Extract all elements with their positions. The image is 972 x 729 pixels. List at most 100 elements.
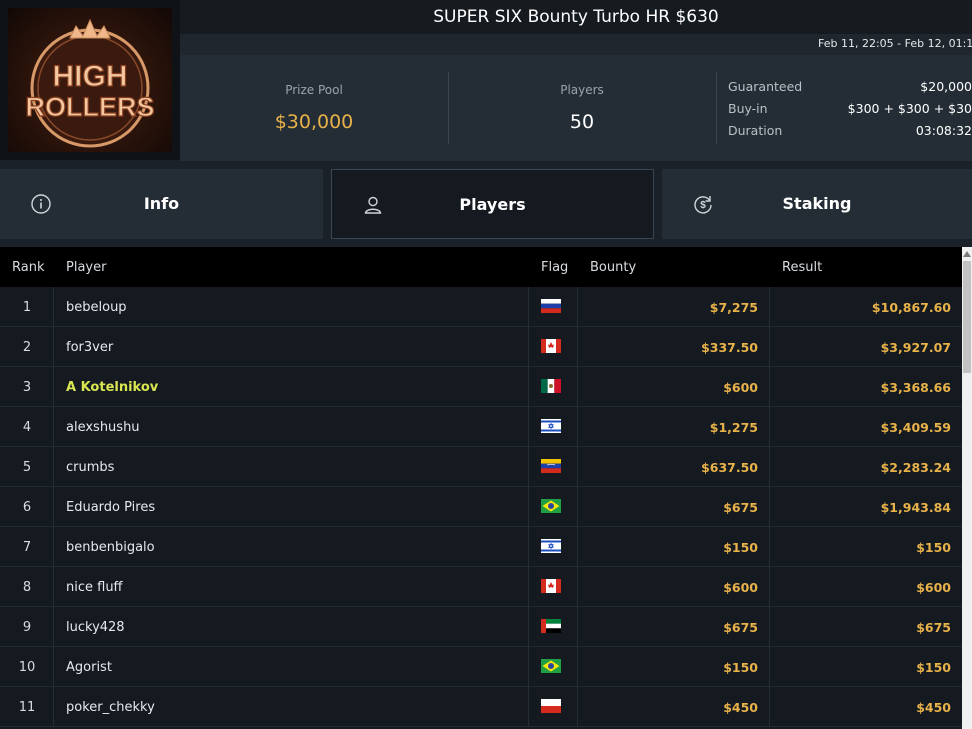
tab-players-label: Players bbox=[459, 195, 526, 214]
bounty-cell: $675 bbox=[723, 620, 758, 635]
bounty-cell: $1,275 bbox=[709, 420, 758, 435]
player-name-cell[interactable]: nice fluff bbox=[66, 580, 123, 595]
uae-flag-icon bbox=[541, 619, 561, 633]
tab-info[interactable]: Info bbox=[0, 169, 323, 239]
table-row[interactable]: 7 benbenbigalo $150 $150 bbox=[0, 527, 962, 567]
column-divider bbox=[577, 487, 578, 527]
rank-cell: 5 bbox=[22, 460, 32, 475]
header-rank[interactable]: Rank bbox=[12, 260, 44, 275]
mexico-flag-icon bbox=[541, 379, 561, 393]
column-divider bbox=[577, 327, 578, 367]
column-divider bbox=[528, 567, 529, 607]
table-row[interactable]: 6 Eduardo Pires $675 $1,943.84 bbox=[0, 487, 962, 527]
tournament-title: SUPER SIX Bounty Turbo HR $630 bbox=[433, 7, 719, 27]
column-divider bbox=[528, 407, 529, 447]
israel-flag-icon bbox=[541, 539, 561, 553]
column-divider bbox=[577, 607, 578, 647]
player-name-cell[interactable]: for3ver bbox=[66, 340, 113, 355]
header-bounty[interactable]: Bounty bbox=[590, 260, 636, 275]
tab-players[interactable]: Players bbox=[331, 169, 654, 239]
column-divider bbox=[528, 367, 529, 407]
table-scrollbar[interactable] bbox=[962, 247, 972, 729]
table-row[interactable]: 4 alexshushu $1,275 $3,409.59 bbox=[0, 407, 962, 447]
column-divider bbox=[53, 567, 54, 607]
column-divider bbox=[53, 687, 54, 727]
column-divider bbox=[528, 647, 529, 687]
column-divider bbox=[577, 567, 578, 607]
detail-buy-in: Buy-in $300 + $300 + $30 bbox=[728, 101, 972, 123]
high-rollers-emblem: HIGH ROLLERS bbox=[25, 18, 155, 148]
column-divider bbox=[528, 527, 529, 567]
table-row[interactable]: 5 crumbs $637.50 $2,283.24 bbox=[0, 447, 962, 487]
table-row[interactable]: 1 bebeloup $7,275 $10,867.60 bbox=[0, 287, 962, 327]
logo-text-rollers: ROLLERS bbox=[25, 92, 154, 122]
table-header: Rank Player Flag Bounty Result bbox=[0, 247, 962, 287]
header-result[interactable]: Result bbox=[782, 260, 822, 275]
result-cell: $10,867.60 bbox=[871, 300, 951, 315]
bounty-cell: $150 bbox=[723, 540, 758, 555]
rank-cell: 1 bbox=[22, 300, 32, 315]
israel-flag-icon bbox=[541, 419, 561, 433]
column-divider bbox=[528, 607, 529, 647]
tab-staking-label: Staking bbox=[782, 194, 852, 213]
stat-divider bbox=[716, 72, 717, 144]
player-name-cell[interactable]: poker_chekky bbox=[66, 700, 155, 715]
brazil-flag-icon bbox=[541, 659, 561, 673]
column-divider bbox=[53, 647, 54, 687]
table-row[interactable]: 8 nice fluff $600 $600 bbox=[0, 567, 962, 607]
result-cell: $600 bbox=[916, 580, 951, 595]
table-row[interactable]: 3 A Kotelnikov $600 $3,368.66 bbox=[0, 367, 962, 407]
canada-flag-icon bbox=[541, 339, 561, 353]
column-divider bbox=[577, 287, 578, 327]
detail-label: Guaranteed bbox=[728, 79, 803, 94]
tournament-logo: HIGH ROLLERS bbox=[0, 0, 180, 160]
table-row[interactable]: 10 Agorist $150 $150 bbox=[0, 647, 962, 687]
column-divider bbox=[577, 367, 578, 407]
bounty-cell: $7,275 bbox=[709, 300, 758, 315]
scroll-up-icon[interactable] bbox=[963, 251, 971, 257]
detail-duration: Duration 03:08:32 bbox=[728, 123, 972, 145]
player-name-cell[interactable]: Eduardo Pires bbox=[66, 500, 155, 515]
column-divider bbox=[528, 287, 529, 327]
rank-cell: 11 bbox=[18, 700, 36, 715]
detail-value: $20,000 bbox=[920, 79, 972, 94]
prize-pool-value: $30,000 bbox=[274, 111, 354, 133]
table-row[interactable]: 2 for3ver $337.50 $3,927.07 bbox=[0, 327, 962, 367]
scroll-thumb[interactable] bbox=[963, 261, 971, 373]
players-table: Rank Player Flag Bounty Result 1 bebeloup… bbox=[0, 247, 962, 729]
column-divider bbox=[53, 607, 54, 647]
players-label: Players bbox=[560, 83, 604, 97]
table-row[interactable]: 9 lucky428 $675 $675 bbox=[0, 607, 962, 647]
canada-flag-icon bbox=[541, 579, 561, 593]
stats-panel: Prize Pool $30,000 Players 50 Guaranteed… bbox=[180, 55, 972, 161]
detail-label: Duration bbox=[728, 123, 783, 138]
prize-pool-label: Prize Pool bbox=[285, 83, 343, 97]
result-cell: $1,943.84 bbox=[880, 500, 951, 515]
column-divider bbox=[528, 327, 529, 367]
header-player[interactable]: Player bbox=[66, 260, 106, 275]
result-cell: $3,368.66 bbox=[880, 380, 951, 395]
bounty-cell: $150 bbox=[723, 660, 758, 675]
player-name-cell[interactable]: A Kotelnikov bbox=[66, 380, 158, 395]
detail-value: $300 + $300 + $30 bbox=[847, 101, 972, 116]
rank-cell: 8 bbox=[22, 580, 32, 595]
result-cell: $2,283.24 bbox=[880, 460, 951, 475]
header-flag[interactable]: Flag bbox=[541, 260, 568, 275]
brazil-flag-icon bbox=[541, 499, 561, 513]
player-name-cell[interactable]: crumbs bbox=[66, 460, 114, 475]
player-name-cell[interactable]: bebeloup bbox=[66, 300, 127, 315]
player-name-cell[interactable]: alexshushu bbox=[66, 420, 140, 435]
title-bar: SUPER SIX Bounty Turbo HR $630 bbox=[180, 0, 972, 34]
tab-bar: Info Players $ Staking bbox=[0, 161, 972, 247]
bounty-cell: $337.50 bbox=[701, 340, 758, 355]
table-row[interactable]: 11 poker_chekky $450 $450 bbox=[0, 687, 962, 727]
tournament-details: Guaranteed $20,000 Buy-in $300 + $300 + … bbox=[728, 79, 972, 145]
column-divider bbox=[53, 407, 54, 447]
tab-staking[interactable]: $ Staking bbox=[662, 169, 972, 239]
rank-cell: 3 bbox=[22, 380, 32, 395]
player-name-cell[interactable]: lucky428 bbox=[66, 620, 125, 635]
column-divider bbox=[53, 327, 54, 367]
player-name-cell[interactable]: benbenbigalo bbox=[66, 540, 155, 555]
russia-flag-icon bbox=[541, 299, 561, 313]
player-name-cell[interactable]: Agorist bbox=[66, 660, 112, 675]
